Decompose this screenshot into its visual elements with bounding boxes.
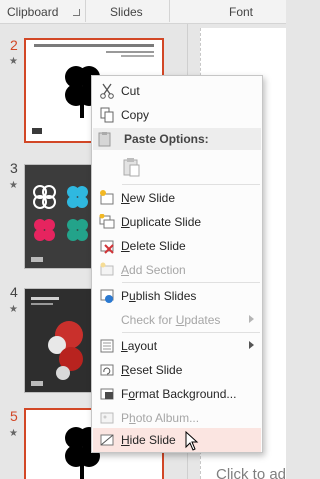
ribbon-group-font: Font (229, 5, 254, 19)
publish-slides-icon (93, 284, 121, 308)
menu-item-label: Add Section (121, 263, 186, 277)
menu-item-label: Reset Slide (121, 363, 183, 377)
blank-icon (93, 308, 121, 332)
ribbon-group-slides: Slides (110, 5, 143, 19)
transition-star-icon: ★ (9, 304, 18, 315)
menu-item-delete-slide[interactable]: Delete Slide (93, 234, 261, 258)
clipboard-icon (97, 131, 113, 150)
transition-star-icon: ★ (9, 56, 18, 67)
menu-item-label: Duplicate Slide (121, 215, 202, 229)
menu-item-label: New Slide (121, 191, 176, 205)
ribbon-group-clipboard: Clipboard (7, 5, 59, 19)
slide-number: 5 (10, 408, 18, 424)
menu-separator (122, 332, 260, 333)
hide-slide-icon (93, 428, 121, 452)
menu-separator (122, 282, 260, 283)
ribbon-group-labels: Clipboard Slides Font (0, 0, 286, 24)
menu-item-format-background[interactable]: Format Background... (93, 382, 261, 406)
paste-icon (123, 158, 140, 177)
ribbon-separator (85, 0, 86, 22)
menu-item-label: Hide Slide (121, 433, 176, 447)
paste-keep-source-button[interactable] (120, 155, 144, 179)
transition-star-icon: ★ (9, 180, 18, 191)
paste-options-header: Paste Options: (93, 128, 261, 150)
slide-number: 3 (10, 160, 18, 176)
menu-item-layout[interactable]: Layout (93, 334, 261, 358)
slide-number: 4 (10, 284, 18, 300)
mouse-pointer-icon (185, 431, 199, 451)
scissors-icon (93, 79, 121, 103)
new-slide-icon (93, 186, 121, 210)
reset-slide-icon (93, 358, 121, 382)
menu-item-label: Format Background... (121, 387, 237, 401)
title-placeholder[interactable]: Click to ad (216, 466, 286, 479)
context-menu: Cut Copy Paste Options: New Slide Duplic… (91, 75, 263, 453)
submenu-arrow-icon (249, 341, 254, 349)
dialog-launcher-icon[interactable] (73, 9, 80, 16)
menu-item-copy[interactable]: Copy (93, 103, 261, 127)
menu-item-add-section[interactable]: Add Section (93, 258, 261, 282)
menu-item-check-for-updates[interactable]: Check for Updates (93, 308, 261, 332)
format-background-icon (93, 382, 121, 406)
menu-item-label: Copy (121, 108, 150, 122)
transition-star-icon: ★ (9, 428, 18, 439)
menu-item-label: Layout (121, 339, 158, 353)
add-section-icon (93, 258, 121, 282)
photo-album-icon (93, 406, 121, 430)
menu-item-label: Check for Updates (121, 313, 221, 327)
menu-item-cut[interactable]: Cut (93, 79, 261, 103)
paste-options-label: Paste Options: (124, 132, 209, 146)
menu-item-label: Delete Slide (121, 239, 186, 253)
slide-number: 2 (10, 37, 18, 53)
menu-item-label: Publish Slides (121, 289, 197, 303)
menu-item-label: Photo Album... (121, 411, 200, 425)
menu-item-photo-album[interactable]: Photo Album... (93, 406, 261, 430)
menu-item-new-slide[interactable]: New Slide (93, 186, 261, 210)
submenu-arrow-icon (249, 315, 254, 323)
layout-icon (93, 334, 121, 358)
menu-item-label: Cut (121, 84, 140, 98)
menu-separator (122, 184, 260, 185)
copy-icon (93, 103, 121, 127)
menu-item-hide-slide[interactable]: Hide Slide (93, 428, 261, 452)
menu-item-reset-slide[interactable]: Reset Slide (93, 358, 261, 382)
ribbon-separator (169, 0, 170, 22)
menu-item-duplicate-slide[interactable]: Duplicate Slide (93, 210, 261, 234)
menu-item-publish-slides[interactable]: Publish Slides (93, 284, 261, 308)
duplicate-slide-icon (93, 210, 121, 234)
delete-slide-icon (93, 234, 121, 258)
